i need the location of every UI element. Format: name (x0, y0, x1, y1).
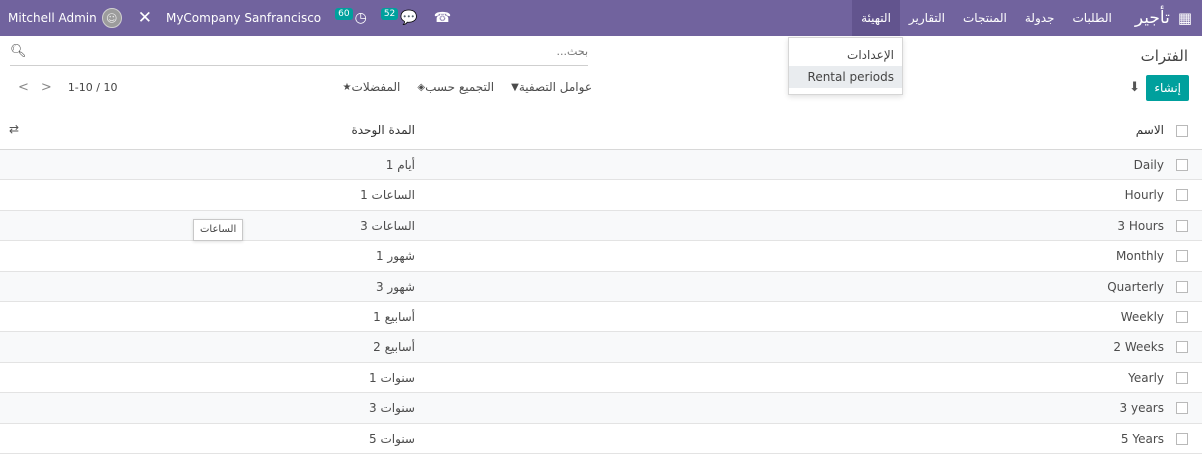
cell-name: 3 years (1119, 401, 1164, 416)
download-icon[interactable]: ⬇ (1129, 80, 1140, 95)
configuration-dropdown: الإعدادات Rental periods (788, 37, 903, 95)
search-options: ▼ عوامل التصفية ◈ التجميع حسب ★ المفضلات (326, 80, 592, 94)
row-checkbox[interactable] (1176, 159, 1188, 171)
row-checkbox[interactable] (1176, 310, 1188, 323)
row-checkbox[interactable] (1176, 250, 1188, 263)
menu-products[interactable]: المنتجات (954, 0, 1016, 36)
create-button[interactable]: إنشاء (1146, 75, 1189, 101)
pager-value[interactable]: 1-10 / 10 (68, 81, 118, 94)
search-bar: 🔍︎ (10, 43, 588, 66)
systray: Mitchell Admin ☺ ✕ MyCompany Sanfrancisc… (0, 0, 451, 36)
menu-reports[interactable]: التقارير (900, 0, 954, 36)
row-checkbox[interactable] (1176, 432, 1188, 445)
list-view: الاسم المدة الوحدة ⇄ Daily 1 أيام Hourly 1 … (0, 113, 1202, 454)
column-header-name[interactable]: الاسم (1136, 113, 1164, 147)
table-row[interactable]: 2 Weeks 2 أسابيع (0, 332, 1202, 363)
table-row[interactable]: Daily 1 أيام (0, 150, 1202, 181)
cell-duration: 1 أسابيع (373, 309, 415, 324)
table-row[interactable]: Weekly 1 أسابيع (0, 302, 1202, 333)
cell-name: 2 Weeks (1113, 340, 1164, 355)
user-name: Mitchell Admin (8, 11, 97, 25)
row-checkbox[interactable] (1176, 280, 1188, 293)
cell-name: 3 Hours (1117, 218, 1164, 233)
menu-schedule[interactable]: جدولة (1016, 0, 1064, 36)
clock-icon: ◷ (354, 10, 367, 26)
messages-count-badge: 52 (380, 8, 399, 20)
star-icon: ★ (342, 81, 352, 93)
cell-duration: 3 شهور (375, 279, 415, 294)
phone-icon[interactable]: ☎ (434, 10, 451, 26)
chevron-left-icon[interactable]: < (18, 80, 29, 95)
tooltip: الساعات (193, 219, 244, 241)
cell-name: Hourly (1124, 188, 1164, 203)
cell-duration: 1 أيام (385, 158, 415, 172)
favorites-label: المفضلات (351, 80, 401, 94)
select-all-checkbox[interactable] (1176, 125, 1188, 137)
pager: < > 1-10 / 10 (18, 80, 117, 95)
funnel-icon: ▼ (511, 81, 519, 93)
layers-icon: ◈ (417, 81, 426, 93)
favorites-button[interactable]: ★ المفضلات (340, 80, 401, 94)
debug-tools-icon[interactable]: ✕ (138, 9, 152, 27)
main-menu: ▦ تأجير الطلبات جدولة المنتجات التقارير … (852, 0, 1192, 36)
chat-icon: 💬 (400, 10, 418, 26)
table-header: الاسم المدة الوحدة ⇄ (0, 113, 1202, 150)
grid-icon[interactable]: ▦ (1178, 10, 1192, 26)
group-by-label: التجميع حسب (425, 80, 495, 94)
table-row[interactable]: 5 Years 5 سنوات (0, 424, 1202, 454)
cell-duration: 3 سنوات (369, 401, 415, 416)
menu-orders[interactable]: الطلبات (1063, 0, 1120, 36)
cell-duration: 2 أسابيع (373, 340, 415, 355)
cell-duration: 5 سنوات (369, 431, 415, 446)
table-row[interactable]: 3 Hours 3 الساعات (0, 210, 1202, 242)
user-menu[interactable]: Mitchell Admin ☺ (8, 8, 122, 28)
group-by-button[interactable]: ◈ التجميع حسب (414, 80, 494, 94)
cell-name: Weekly (1120, 309, 1164, 324)
cell-name: Quarterly (1107, 279, 1164, 294)
table-row[interactable]: Hourly 1 الساعات (0, 180, 1202, 211)
activity-count-badge: 60 (335, 8, 353, 20)
cell-duration: 1 الساعات (360, 188, 415, 203)
page-title: الفترات (1140, 47, 1188, 65)
row-checkbox[interactable] (1176, 341, 1188, 354)
row-checkbox[interactable] (1176, 371, 1188, 384)
cell-duration: 3 الساعات (360, 218, 415, 233)
search-icon[interactable]: 🔍︎ (10, 44, 27, 59)
table-row[interactable]: Yearly 1 سنوات (0, 363, 1202, 394)
optional-columns-icon[interactable]: ⇄ (9, 122, 19, 136)
top-navbar: Mitchell Admin ☺ ✕ MyCompany Sanfrancisc… (0, 0, 1202, 36)
table-row[interactable]: Monthly 1 شهور (0, 241, 1202, 272)
cell-name: Yearly (1128, 370, 1164, 385)
company-switcher[interactable]: MyCompany Sanfrancisco (166, 11, 321, 25)
cell-name: Monthly (1115, 249, 1164, 264)
cell-duration: 1 شهور (375, 249, 415, 264)
table-row[interactable]: Quarterly 3 شهور (0, 271, 1202, 302)
filters-label: عوامل التصفية (518, 80, 592, 94)
table-row[interactable]: 3 years 3 سنوات (0, 393, 1202, 424)
chevron-right-icon[interactable]: > (41, 80, 52, 95)
menu-configuration[interactable]: التهيئة (852, 0, 900, 36)
dropdown-item-rental-periods[interactable]: Rental periods (789, 66, 902, 88)
column-header-duration[interactable]: المدة الوحدة (351, 113, 415, 147)
filters-button[interactable]: ▼ عوامل التصفية (508, 80, 592, 94)
row-checkbox[interactable] (1176, 189, 1188, 202)
avatar: ☺ (101, 8, 122, 28)
activity-menu[interactable]: 60 ◷ (335, 8, 367, 26)
search-input[interactable] (48, 45, 588, 58)
cell-name: Daily (1133, 158, 1164, 172)
cell-duration: 1 سنوات (369, 370, 415, 385)
cell-name: 5 Years (1120, 431, 1164, 446)
dropdown-item-settings[interactable]: الإعدادات (789, 44, 902, 66)
app-brand[interactable]: تأجير (1135, 8, 1170, 28)
row-checkbox[interactable] (1176, 402, 1188, 415)
row-checkbox[interactable] (1176, 219, 1188, 232)
messaging-menu[interactable]: 52 💬 (380, 8, 418, 26)
